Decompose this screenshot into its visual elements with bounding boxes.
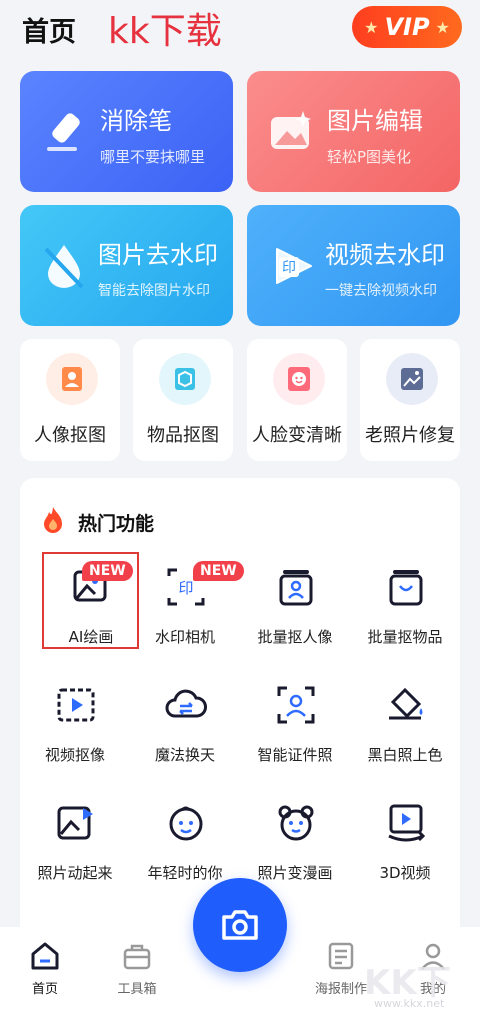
image-edit-icon	[271, 111, 311, 149]
baby-face-icon	[169, 806, 203, 841]
eraser-title: 消除笔	[100, 107, 172, 135]
hot-features-title: 热门功能	[78, 513, 155, 535]
camera-button[interactable]	[193, 878, 287, 972]
toolbox-icon	[123, 944, 151, 970]
portrait-cutout-icon	[46, 353, 98, 405]
feature-label: 批量抠物品	[367, 628, 443, 646]
cube-icon	[159, 353, 211, 405]
eraser-card[interactable]: 消除笔 哪里不要抹哪里	[20, 71, 233, 192]
feature-label: 水印相机	[154, 628, 215, 646]
feature-animate-photo[interactable]: 照片动起来	[20, 792, 130, 892]
vip-label: VIP	[384, 13, 430, 41]
face-enhance-label: 人脸变清晰	[252, 425, 342, 446]
feature-label: 黑白照上色	[367, 746, 443, 764]
portrait-cutout-card[interactable]: 人像抠图	[20, 339, 120, 461]
new-badge: NEW	[193, 561, 244, 581]
feature-3d-video[interactable]: 3D视频	[350, 792, 460, 892]
face-icon	[273, 353, 325, 405]
feature-photo-cartoon[interactable]: 照片变漫画	[240, 792, 350, 892]
new-badge: NEW	[82, 561, 133, 581]
feature-batch-portrait[interactable]: 批量抠人像	[240, 556, 350, 656]
image-watermark-subtitle: 智能去除图片水印	[98, 283, 210, 299]
photo-restore-card[interactable]: 老照片修复	[360, 339, 460, 461]
video-watermark-card[interactable]: 印 视频去水印 一键去除视频水印	[247, 205, 460, 326]
animate-photo-icon	[57, 806, 93, 840]
watermark-text: kk下载	[108, 11, 222, 52]
feature-colorize[interactable]: 黑白照上色	[350, 674, 460, 774]
camera-icon	[222, 910, 258, 940]
bear-face-icon	[278, 805, 314, 841]
page-title: 首页	[22, 17, 76, 48]
object-cutout-card[interactable]: 物品抠图	[133, 339, 233, 461]
fire-icon	[44, 507, 62, 533]
photo-restore-label: 老照片修复	[365, 425, 455, 446]
video-watermark-title: 视频去水印	[325, 241, 445, 269]
star-icon: ★	[364, 17, 379, 37]
video-stamp-icon: 印	[276, 248, 312, 284]
feature-label: 魔法换天	[154, 746, 215, 764]
feature-video-cutout[interactable]: 视频抠像	[20, 674, 130, 774]
cloud-icon	[165, 689, 207, 718]
batch-portrait-icon	[279, 570, 313, 606]
id-photo-icon	[277, 686, 315, 724]
svg-text:印: 印	[282, 260, 296, 276]
image-watermark-title: 图片去水印	[98, 241, 218, 269]
batch-object-icon	[389, 570, 423, 606]
header: 首页 kk下载 ★ VIP ★	[0, 0, 480, 60]
watermark-url: www.kkx.net	[374, 997, 445, 1010]
nav-home-label: 首页	[31, 982, 58, 997]
eraser-icon	[47, 113, 80, 151]
nav-toolbox-label: 工具箱	[117, 982, 157, 997]
feature-id-photo[interactable]: 智能证件照	[240, 674, 350, 774]
feature-magic-sky[interactable]: 魔法换天	[130, 674, 240, 774]
feature-batch-object[interactable]: 批量抠物品	[350, 556, 460, 656]
video-watermark-subtitle: 一键去除视频水印	[325, 283, 437, 299]
feature-label: 批量抠人像	[257, 628, 333, 646]
image-edit-card[interactable]: 图片编辑 轻松P图美化	[247, 71, 460, 192]
paint-bucket-icon	[389, 687, 423, 720]
droplet-icon	[44, 245, 84, 289]
home-icon	[31, 942, 59, 970]
eraser-subtitle: 哪里不要抹哪里	[100, 148, 206, 166]
face-enhance-card[interactable]: 人脸变清晰	[247, 339, 347, 461]
3d-video-icon	[388, 804, 426, 842]
feature-label: 照片动起来	[37, 864, 113, 882]
video-cutout-icon	[57, 688, 95, 722]
nav-home[interactable]: 首页	[10, 940, 80, 997]
svg-text:印: 印	[178, 579, 193, 597]
feature-label: 照片变漫画	[257, 864, 333, 882]
feature-young-you[interactable]: 年轻时的你	[130, 792, 240, 892]
vip-button[interactable]: ★ VIP ★	[352, 6, 462, 48]
image-edit-title: 图片编辑	[327, 107, 423, 135]
photo-restore-icon	[386, 353, 438, 405]
feature-label: 3D视频	[379, 864, 431, 882]
nav-toolbox[interactable]: 工具箱	[102, 940, 172, 997]
image-watermark-card[interactable]: 图片去水印 智能去除图片水印	[20, 205, 233, 326]
portrait-cutout-label: 人像抠图	[34, 425, 106, 446]
star-icon: ★	[435, 17, 450, 37]
feature-label: 智能证件照	[257, 746, 333, 764]
feature-label: 视频抠像	[44, 746, 105, 764]
image-edit-subtitle: 轻松P图美化	[327, 148, 412, 166]
poster-icon	[328, 942, 354, 970]
object-cutout-label: 物品抠图	[147, 425, 219, 446]
